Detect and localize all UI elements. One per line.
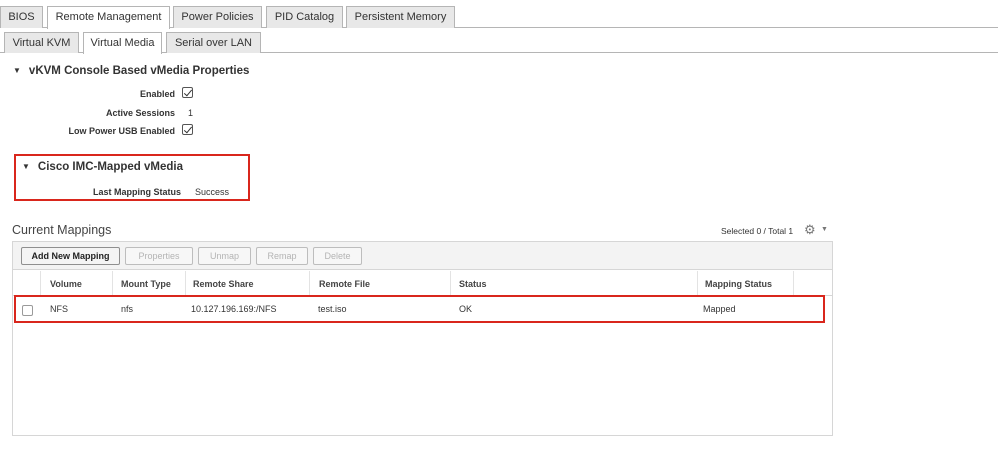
mappings-toolbar: Add New Mapping Properties Unmap Remap D…	[13, 242, 832, 270]
tab-virtual-kvm[interactable]: Virtual KVM	[4, 32, 79, 53]
column-header-mount-type[interactable]: Mount Type	[121, 279, 171, 289]
last-mapping-status-label: Last Mapping Status	[92, 187, 181, 197]
triangle-down-icon[interactable]: ▼	[22, 162, 30, 171]
triangle-down-icon[interactable]: ▼	[13, 66, 21, 75]
sub-tab-bar: Virtual KVM Virtual Media Serial over LA…	[0, 32, 998, 54]
add-new-mapping-button[interactable]: Add New Mapping	[21, 247, 120, 265]
tab-power-policies[interactable]: Power Policies	[173, 6, 262, 28]
column-header-remote-share[interactable]: Remote Share	[193, 279, 254, 289]
active-sessions-label: Active Sessions	[105, 108, 175, 118]
delete-button[interactable]: Delete	[313, 247, 362, 265]
tab-pid-catalog[interactable]: PID Catalog	[266, 6, 343, 28]
unmap-button[interactable]: Unmap	[198, 247, 251, 265]
tab-virtual-media[interactable]: Virtual Media	[83, 32, 162, 54]
tab-remote-management[interactable]: Remote Management	[47, 6, 170, 29]
column-divider	[40, 271, 41, 296]
column-header-mapping-status[interactable]: Mapping Status	[705, 279, 772, 289]
tab-bios[interactable]: BIOS	[0, 6, 43, 28]
selected-count: Selected 0 / Total 1	[721, 226, 794, 236]
imc-section-header[interactable]: ▼ Cisco IMC-Mapped vMedia	[22, 161, 183, 173]
vkvm-section-header[interactable]: ▼ vKVM Console Based vMedia Properties	[13, 65, 249, 77]
table-header: Volume Mount Type Remote Share Remote Fi…	[13, 271, 832, 296]
column-divider	[309, 271, 310, 296]
enabled-label: Enabled	[139, 89, 175, 99]
imc-section-title: Cisco IMC-Mapped vMedia	[37, 161, 183, 173]
top-tab-bar: BIOS Remote Management Power Policies PI…	[0, 6, 998, 29]
row-highlight-box	[14, 295, 825, 323]
column-header-volume[interactable]: Volume	[50, 279, 82, 289]
tab-persistent-memory[interactable]: Persistent Memory	[346, 6, 455, 28]
low-power-usb-checkbox[interactable]	[182, 124, 193, 135]
enabled-checkbox[interactable]	[182, 87, 193, 98]
last-mapping-status-value: Success	[195, 187, 230, 197]
current-mappings-title: Current Mappings	[12, 223, 112, 237]
column-divider	[793, 271, 794, 296]
tab-serial-over-lan[interactable]: Serial over LAN	[166, 32, 261, 53]
active-sessions-value: 1	[188, 108, 194, 118]
column-divider	[450, 271, 451, 296]
column-divider	[112, 271, 113, 296]
column-divider	[185, 271, 186, 296]
column-header-status[interactable]: Status	[459, 279, 487, 289]
mappings-grid: Add New Mapping Properties Unmap Remap D…	[12, 241, 833, 436]
vkvm-section-title: vKVM Console Based vMedia Properties	[28, 65, 250, 77]
column-header-remote-file[interactable]: Remote File	[319, 279, 370, 289]
column-divider	[697, 271, 698, 296]
low-power-usb-label: Low Power USB Enabled	[68, 126, 175, 136]
remap-button[interactable]: Remap	[256, 247, 308, 265]
gear-icon[interactable]: ⚙	[804, 222, 816, 238]
chevron-down-icon[interactable]: ▼	[821, 226, 828, 233]
properties-button[interactable]: Properties	[125, 247, 193, 265]
